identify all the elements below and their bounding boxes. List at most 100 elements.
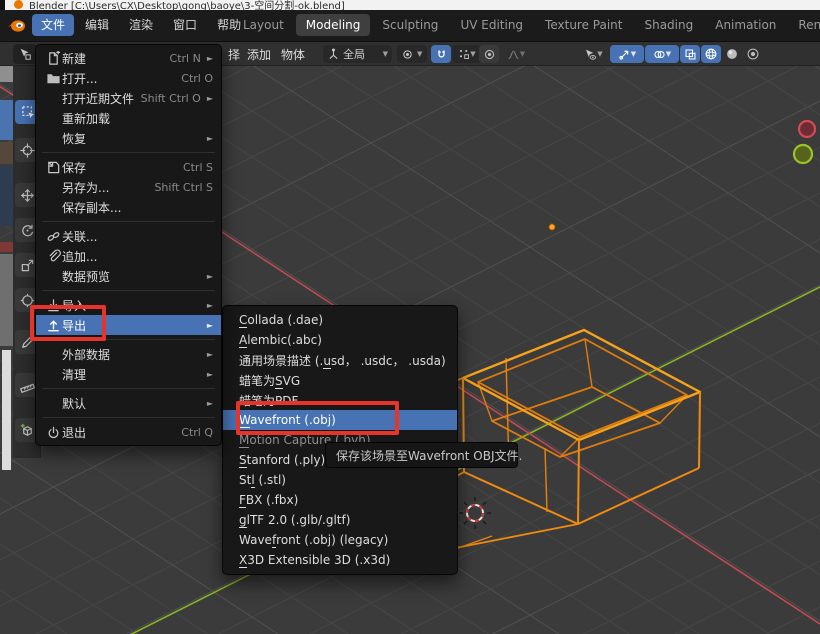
export-item-glTF-2-0-glb-gltf-[interactable]: glTF 2.0 (.glb/.gltf) xyxy=(223,510,457,530)
export-item-Wavefront-obj-[interactable]: Wavefront (.obj) xyxy=(223,410,457,430)
menu-item-label: 数据预览 xyxy=(62,268,201,285)
file-menu-item-另存为[interactable]: 另存为...Shift Ctrl S xyxy=(36,177,221,197)
workspace-tab-sculpting[interactable]: Sculpting xyxy=(372,14,448,36)
select-menu[interactable]: 择 xyxy=(228,46,240,63)
file-menu-item-打开近期文件[interactable]: 打开近期文件Shift Ctrl O ► xyxy=(36,88,221,108)
file-menu-item-恢复[interactable]: 恢复► xyxy=(36,128,221,148)
file-menu-item-保存副本[interactable]: 保存副本... xyxy=(36,197,221,217)
proportional-falloff-dropdown[interactable]: ▼ xyxy=(500,45,532,63)
menu-separator xyxy=(42,152,215,153)
window-edge xyxy=(0,0,5,10)
show-gizmo-dropdown[interactable]: ▼ xyxy=(610,45,644,63)
file-menu-item-追加[interactable]: 追加... xyxy=(36,246,221,266)
snapping-group: ▼ xyxy=(431,45,482,63)
save-icon xyxy=(44,160,62,175)
snap-settings-dropdown[interactable]: ▼ xyxy=(452,45,482,63)
show-overlays-dropdown[interactable]: ▼ xyxy=(645,45,679,63)
orientation-value: 全局 xyxy=(343,46,365,62)
object-visibility-dropdown[interactable]: ▼ xyxy=(577,45,609,63)
pivot-point-dropdown[interactable]: ▼ xyxy=(397,45,427,63)
export-item-蜡笔为PDF[interactable]: 蜡笔为PDF xyxy=(223,390,457,410)
export-item-Collada-dae-[interactable]: Collada (.dae) xyxy=(223,310,457,330)
menu-item-label: Stl (.stl) xyxy=(239,473,286,487)
snap-grid-icon xyxy=(458,48,470,60)
menu-item-label: 清理 xyxy=(62,366,201,383)
menubar-item-渲染[interactable]: 渲染 xyxy=(120,14,162,36)
viewport-display-group: ▼ ▼ ▼ xyxy=(577,45,763,63)
file-menu-item-重新加载[interactable]: 重新加载 xyxy=(36,108,221,128)
wireframe-sphere-icon xyxy=(704,47,718,61)
file-menu-item-保存[interactable]: 保存Ctrl S xyxy=(36,157,221,177)
export-icon xyxy=(44,318,62,333)
object-origin-dot xyxy=(549,224,555,230)
file-menu-item-打开[interactable]: 打开...Ctrl O xyxy=(36,68,221,88)
object-menu[interactable]: 物体 xyxy=(281,46,305,63)
shading-wireframe-button[interactable] xyxy=(701,45,721,63)
export-item-通用场景描述-usd-usdc-usda-[interactable]: 通用场景描述 (.usd， .usdc， .usda) xyxy=(223,350,457,370)
menubar-item-编辑[interactable]: 编辑 xyxy=(76,14,118,36)
menu-item-label: Stanford (.ply) xyxy=(239,453,325,467)
export-item-蜡笔为SVG[interactable]: 蜡笔为SVG xyxy=(223,370,457,390)
gizmo-icon xyxy=(618,48,631,61)
export-item-Wavefront-obj-legacy-[interactable]: Wavefront (.obj) (legacy) xyxy=(223,530,457,550)
link-icon xyxy=(44,229,62,244)
export-item-FBX-fbx-[interactable]: FBX (.fbx) xyxy=(223,490,457,510)
workspace-tab-renderi[interactable]: Renderi xyxy=(788,14,820,36)
menu-separator xyxy=(42,221,215,222)
menu-item-label: glTF 2.0 (.glb/.gltf) xyxy=(239,513,350,527)
overlays-icon xyxy=(653,48,666,61)
file-menu-item-导入[interactable]: 导入► xyxy=(36,295,221,315)
file-menu-item-退出[interactable]: 退出Ctrl Q xyxy=(36,422,221,442)
workspace-tabs: LayoutModelingSculptingUV EditingTexture… xyxy=(233,14,820,36)
menu-item-shortcut: Ctrl Q xyxy=(181,426,213,439)
submenu-arrow-icon: ► xyxy=(207,370,213,379)
workspace-tab-shading[interactable]: Shading xyxy=(634,14,703,36)
workspace-tab-uv-editing[interactable]: UV Editing xyxy=(450,14,533,36)
menu-item-label: 导出 xyxy=(62,317,201,334)
export-item-Alembic-abc-[interactable]: Alembic(.abc) xyxy=(223,330,457,350)
file-menu-item-外部数据[interactable]: 外部数据► xyxy=(36,344,221,364)
proportional-edit-icon xyxy=(483,48,496,61)
workspace-tab-modeling[interactable]: Modeling xyxy=(296,14,371,36)
menubar-item-窗口[interactable]: 窗口 xyxy=(164,14,206,36)
file-menu-dropdown: 新建Ctrl N►打开...Ctrl O 打开近期文件Shift Ctrl O ► 重… xyxy=(35,44,222,446)
submenu-arrow-icon: ► xyxy=(207,94,213,103)
menu-item-label: Wavefront (.obj) xyxy=(239,413,336,427)
xray-toggle[interactable] xyxy=(680,45,700,63)
menu-item-shortcut: Ctrl S xyxy=(183,161,213,174)
shading-solid-button[interactable] xyxy=(722,45,742,63)
menu-item-label: 追加... xyxy=(62,248,213,265)
file-menu-item-清理[interactable]: 清理 ► xyxy=(36,364,221,384)
blender-logo-icon[interactable] xyxy=(7,17,27,35)
file-menu-item-导出[interactable]: 导出► xyxy=(36,315,221,335)
snap-toggle[interactable] xyxy=(431,45,451,63)
menu-item-label: 退出 xyxy=(62,424,181,441)
submenu-arrow-icon: ► xyxy=(207,350,213,359)
export-item-X3D-Extensible-3D-x3d-[interactable]: X3D Extensible 3D (.x3d) xyxy=(223,550,457,570)
menu-item-label: 打开... xyxy=(62,70,181,87)
menu-item-shortcut: Shift Ctrl O xyxy=(141,92,201,105)
menu-item-label: 通用场景描述 (.usd， .usdc， .usda) xyxy=(239,352,446,369)
menu-item-label: 打开近期文件 xyxy=(62,90,141,107)
visibility-cursor-icon xyxy=(583,48,597,61)
menu-separator xyxy=(42,388,215,389)
file-menu-item-默认[interactable]: 默认► xyxy=(36,393,221,413)
menu-item-label: 另存为... xyxy=(62,179,154,196)
shading-material-button[interactable] xyxy=(743,45,763,63)
transform-orientation-dropdown[interactable]: 全局 ▼ xyxy=(323,45,392,63)
workspace-tab-animation[interactable]: Animation xyxy=(705,14,786,36)
workspace-tab-layout[interactable]: Layout xyxy=(233,14,294,36)
menu-item-label: 蜡笔为SVG xyxy=(239,372,300,389)
editor-type-button[interactable] xyxy=(13,44,37,64)
file-menu-item-关联[interactable]: 关联... xyxy=(36,226,221,246)
menubar-item-文件[interactable]: 文件 xyxy=(32,14,74,36)
menu-item-label: 关联... xyxy=(62,228,213,245)
3d-viewport-editor-icon xyxy=(18,47,32,61)
file-menu-item-新建[interactable]: 新建Ctrl N► xyxy=(36,48,221,68)
export-item-Stl-stl-[interactable]: Stl (.stl) xyxy=(223,470,457,490)
workspace-tab-texture-paint[interactable]: Texture Paint xyxy=(535,14,632,36)
window-title-bar[interactable]: Blender [C:\Users\CX\Desktop\gong\baoye\… xyxy=(0,0,820,10)
add-menu[interactable]: 添加 xyxy=(247,46,271,63)
proportional-editing-toggle[interactable] xyxy=(479,45,499,63)
file-menu-item-数据预览[interactable]: 数据预览► xyxy=(36,266,221,286)
